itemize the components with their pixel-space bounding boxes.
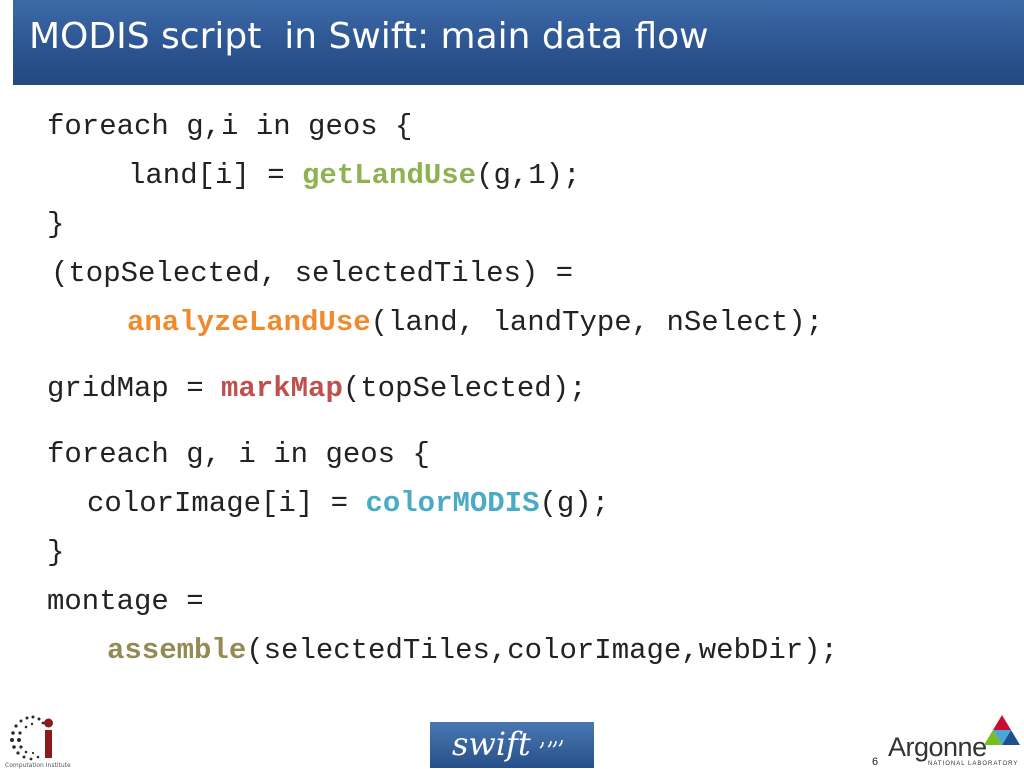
code-line: } (47, 535, 64, 571)
code-text: (selectedTiles,colorImage,webDir); (246, 634, 838, 667)
swift-logo-text: swift (452, 725, 531, 763)
code-text: land[i] = (128, 159, 303, 192)
code-line: analyzeLandUse(land, landType, nSelect); (127, 305, 823, 341)
ci-logo-icon (10, 715, 53, 761)
code-text: } (47, 208, 65, 241)
swift-logo-icon (539, 739, 563, 749)
code-line: land[i] = getLandUse(g,1); (128, 158, 580, 194)
function-assemble: assemble (107, 634, 247, 667)
code-text: (topSelected); (342, 372, 587, 405)
code-text: (land, landType, nSelect); (370, 306, 824, 339)
code-line: (topSelected, selectedTiles) = (51, 256, 573, 292)
code-line: } (47, 207, 64, 243)
code-text: montage = (47, 585, 204, 618)
code-text: (topSelected, selectedTiles) = (51, 257, 574, 290)
code-text: } (47, 536, 65, 569)
code-line: gridMap = markMap(topSelected); (47, 371, 587, 407)
code-line: colorImage[i] = colorMODIS(g); (87, 486, 609, 522)
code-line: foreach g, i in geos { (47, 437, 430, 473)
argonne-logo-name: Argonne (888, 732, 987, 762)
swift-logo: swift (430, 722, 594, 768)
code-line: foreach g,i in geos { (47, 109, 412, 145)
code-text: foreach g, i in geos { (47, 438, 430, 471)
code-text: (g); (539, 487, 610, 520)
function-analyzelanduse: analyzeLandUse (127, 306, 371, 339)
slide-title: MODIS script in Swift: main data flow (29, 16, 709, 57)
code-text: colorImage[i] = (87, 487, 366, 520)
page-number: 6 (872, 756, 879, 768)
argonne-logo: Argonne NATIONAL LABORATORY (884, 714, 1024, 768)
ci-logo: Computation Institute (5, 712, 71, 769)
argonne-triangle-icon (984, 715, 1020, 745)
function-getlanduse: getLandUse (302, 159, 477, 192)
code-text: (g,1); (476, 159, 581, 192)
code-line: montage = (47, 584, 204, 620)
code-text: gridMap = (47, 372, 222, 405)
argonne-logo-subtitle: NATIONAL LABORATORY (928, 761, 1019, 767)
code-text: foreach g,i in geos { (47, 110, 413, 143)
function-colormodis: colorMODIS (365, 487, 540, 520)
code-line: assemble(selectedTiles,colorImage,webDir… (107, 633, 838, 669)
function-markmap: markMap (221, 372, 343, 405)
title-bar: MODIS script in Swift: main data flow (13, 0, 1024, 85)
